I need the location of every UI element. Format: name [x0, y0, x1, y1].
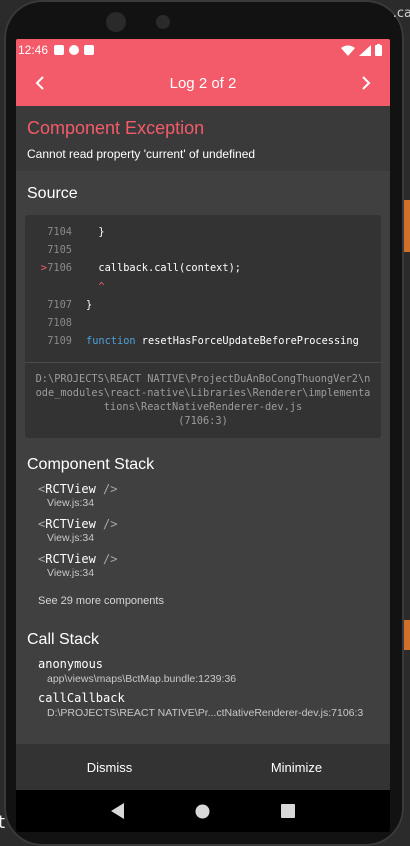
- frame-location: app\views\maps\BctMap.bundle:1239:36: [47, 673, 237, 686]
- phone-screen: 12:46 Log 2 of 2 Component Exception Can…: [16, 39, 390, 832]
- back-icon[interactable]: [111, 803, 125, 819]
- recents-icon[interactable]: [280, 804, 295, 818]
- component-name: <RCTView />: [38, 482, 390, 496]
- component-name: <RCTView />: [38, 552, 390, 566]
- redbox-footer: Dismiss Minimize: [16, 744, 390, 790]
- chevron-right-icon: [362, 75, 371, 90]
- code-text: }: [86, 298, 93, 311]
- component-file: View.js:34: [47, 567, 95, 580]
- background-edge-mark: [404, 620, 410, 650]
- line-number: 7104: [47, 226, 72, 239]
- see-more-components-button[interactable]: See 29 more components: [16, 587, 390, 607]
- line-number: 7108: [47, 317, 72, 330]
- minimize-button[interactable]: Minimize: [203, 744, 390, 790]
- dismiss-button[interactable]: Dismiss: [16, 744, 203, 790]
- call-stack-heading: Call Stack: [27, 631, 100, 649]
- code-line: ^: [25, 278, 381, 296]
- sd-card-icon: [84, 45, 95, 55]
- line-number: 7106: [47, 262, 72, 275]
- component-stack-item[interactable]: <RCTView /> View.js:34: [16, 482, 390, 513]
- wifi-icon: [341, 45, 355, 56]
- tag-close: />: [95, 517, 118, 532]
- android-nav-bar: [16, 790, 390, 832]
- code-line: 7108: [25, 314, 381, 332]
- code-line: 7105: [25, 241, 381, 259]
- exception-message: Cannot read property 'current' of undefi…: [27, 147, 256, 161]
- tag-close: />: [95, 482, 118, 497]
- component-label: RCTView: [45, 552, 96, 567]
- code-line: 7107}: [25, 296, 381, 314]
- frame-function: anonymous: [38, 657, 104, 672]
- background-text-top: .ca: [392, 6, 410, 21]
- error-line-marker: >: [40, 262, 47, 275]
- tag-close: />: [95, 552, 118, 567]
- component-file: View.js:34: [47, 532, 95, 545]
- notification-a-icon: [54, 45, 65, 55]
- call-stack-list: anonymous app\views\maps\BctMap.bundle:12…: [16, 657, 390, 723]
- code-line: >7106 callback.call(context);: [25, 259, 381, 277]
- code-text: callback.call(context);: [86, 262, 241, 275]
- frame-function: callCallback: [38, 691, 125, 706]
- battery-icon: [375, 44, 382, 56]
- code-text: function resetHasForceUpdateBeforeProces…: [86, 335, 359, 348]
- status-bar: 12:46: [16, 39, 390, 61]
- next-log-button[interactable]: [356, 74, 376, 94]
- component-label: RCTView: [45, 482, 96, 497]
- front-camera: [106, 12, 126, 32]
- line-number: 7109: [47, 335, 72, 348]
- component-stack-item[interactable]: <RCTView /> View.js:34: [16, 552, 390, 583]
- component-name: <RCTView />: [38, 517, 390, 531]
- background-text-bottom: t: [0, 812, 6, 833]
- home-icon[interactable]: [195, 804, 210, 819]
- exception-title: Component Exception: [27, 118, 205, 138]
- code-line: 7104 }: [25, 223, 381, 241]
- source-position: (7106:3): [178, 415, 228, 428]
- code-text: ^: [86, 280, 105, 293]
- code-line: 7109 function resetHasForceUpdateBeforePr…: [25, 332, 381, 350]
- app-icon: [69, 45, 80, 55]
- component-label: RCTView: [45, 517, 96, 532]
- code-text: }: [86, 226, 105, 239]
- frame-location: D:\PROJECTS\REACT NATIVE\Pr...ctNativeRe…: [47, 707, 364, 720]
- component-stack-heading: Component Stack: [27, 456, 155, 474]
- line-number: 7107: [47, 298, 72, 311]
- prev-log-button[interactable]: [30, 74, 50, 94]
- call-stack-frame[interactable]: anonymous app\views\maps\BctMap.bundle:12…: [16, 657, 390, 689]
- log-header: Log 2 of 2: [16, 61, 390, 106]
- sensor: [156, 15, 170, 29]
- source-file-path: D:\PROJECTS\REACT NATIVE\ProjectDuAnBoCo…: [25, 362, 381, 438]
- status-time: 12:46: [18, 43, 49, 57]
- background-edge-mark: [404, 200, 410, 252]
- source-code-frame[interactable]: 7104 } 7105 >7106 callback.call(context); …: [25, 215, 381, 439]
- line-number: 7105: [47, 244, 72, 257]
- exception-panel: Component Exception Cannot read property…: [16, 106, 390, 171]
- source-file: D:\PROJECTS\REACT NATIVE\ProjectDuAnBoCo…: [35, 373, 371, 414]
- signal-icon: [359, 44, 371, 56]
- log-title: Log 2 of 2: [169, 75, 237, 92]
- component-stack-list: <RCTView /> View.js:34 <RCTView /> View.js:…: [16, 482, 390, 583]
- code-lines: 7104 } 7105 >7106 callback.call(context); …: [25, 215, 381, 362]
- chevron-left-icon: [35, 75, 44, 90]
- component-stack-item[interactable]: <RCTView /> View.js:34: [16, 517, 390, 548]
- call-stack-frame[interactable]: callCallback D:\PROJECTS\REACT NATIVE\Pr.…: [16, 691, 390, 723]
- component-file: View.js:34: [47, 497, 95, 510]
- source-heading: Source: [27, 185, 78, 202]
